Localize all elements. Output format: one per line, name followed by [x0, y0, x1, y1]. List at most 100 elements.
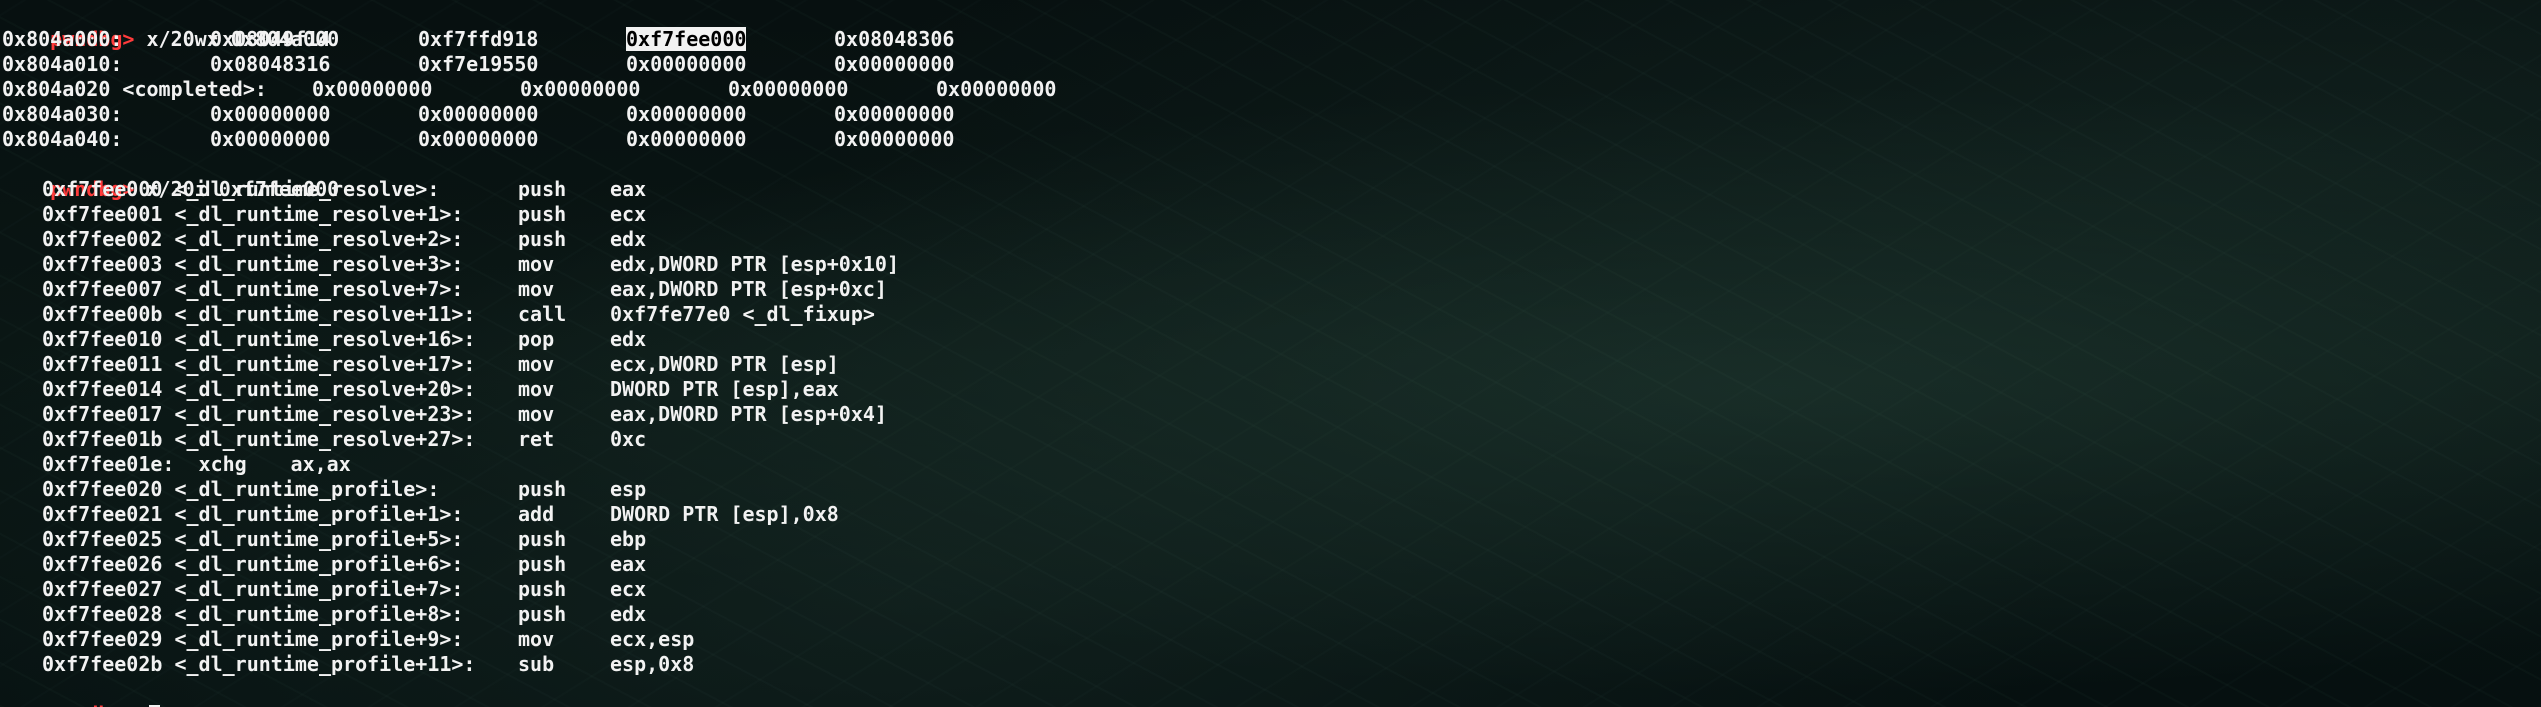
instruction-location: 0xf7fee007 <_dl_runtime_resolve+7>:: [42, 277, 464, 301]
instruction-row: 0xf7fee002 <_dl_runtime_resolve+2>: push e…: [2, 227, 2541, 252]
memory-value: 0xf7e19550: [418, 52, 539, 76]
instruction-row: 0xf7fee025 <_dl_runtime_profile+5>: push e…: [2, 527, 2541, 552]
instruction-location: 0xf7fee020 <_dl_runtime_profile>:: [42, 477, 440, 501]
memory-value: 0x00000000: [210, 127, 331, 151]
instruction-mnemonic: push: [518, 527, 567, 551]
command-line: pwndbg> x/20i 0xf7fee000: [2, 152, 2541, 201]
instruction-location: 0xf7fee003 <_dl_runtime_resolve+3>:: [42, 252, 464, 276]
memory-value: 0x00000000: [312, 77, 433, 101]
memory-value: 0x00000000: [626, 52, 747, 76]
instruction-row: 0xf7fee001 <_dl_runtime_resolve+1>: push e…: [2, 202, 2541, 227]
instruction-row: 0xf7fee029 <_dl_runtime_profile+9>: mov ec…: [2, 627, 2541, 652]
instruction-row: 0xf7fee026 <_dl_runtime_profile+6>: push e…: [2, 552, 2541, 577]
memory-row: 0x804a030: 0x00000000 0x00000000 0x00000000…: [2, 102, 2541, 127]
instruction-row: 0xf7fee027 <_dl_runtime_profile+7>: push e…: [2, 577, 2541, 602]
terminal-window[interactable]: pwndbg> x/20wx 0x804a000 0x804a000: 0x080…: [0, 0, 2541, 707]
instruction-location: 0xf7fee028 <_dl_runtime_profile+8>:: [42, 602, 464, 626]
memory-row: 0x804a010: 0x08048316 0xf7e19550 0x00000000…: [2, 52, 2541, 77]
memory-value: 0x00000000: [520, 77, 641, 101]
memory-row: 0x804a020 <completed>: 0x00000000 0x000000…: [2, 77, 2541, 102]
memory-value: 0x00000000: [834, 52, 955, 76]
memory-value: 0x00000000: [834, 127, 955, 151]
instruction-location: 0xf7fee010 <_dl_runtime_resolve+16>:: [42, 327, 476, 351]
memory-dump: 0x804a000: 0x08049f14 0xf7ffd918 0xf7fee000…: [2, 27, 2541, 152]
instruction-row: 0xf7fee021 <_dl_runtime_profile+1>: add DW…: [2, 502, 2541, 527]
instruction-row: 0xf7fee000 <_dl_runtime_resolve>: push eax: [2, 177, 2541, 202]
instruction-mnemonic: mov: [518, 377, 555, 401]
instruction-mnemonic: xchg: [198, 452, 247, 476]
memory-value: 0x00000000: [728, 77, 849, 101]
instruction-location: 0xf7fee014 <_dl_runtime_resolve+20>:: [42, 377, 476, 401]
instruction-location: 0xf7fee026 <_dl_runtime_profile+6>:: [42, 552, 464, 576]
instruction-row: 0xf7fee011 <_dl_runtime_resolve+17>: mov e…: [2, 352, 2541, 377]
instruction-mnemonic: call: [518, 302, 567, 326]
instruction-mnemonic: add: [518, 502, 555, 526]
instruction-row: 0xf7fee028 <_dl_runtime_profile+8>: push e…: [2, 602, 2541, 627]
memory-value: 0x00000000: [936, 77, 1057, 101]
instruction-row: 0xf7fee017 <_dl_runtime_resolve+23>: mov e…: [2, 402, 2541, 427]
memory-value: 0x08049f14: [210, 27, 331, 51]
instruction-row: 0xf7fee02b <_dl_runtime_profile+11>: sub e…: [2, 652, 2541, 677]
instruction-row: 0xf7fee003 <_dl_runtime_resolve+3>: mov ed…: [2, 252, 2541, 277]
instruction-location: 0xf7fee02b <_dl_runtime_profile+11>:: [42, 652, 476, 676]
memory-value: 0x00000000: [210, 102, 331, 126]
instruction-operands: eax,DWORD PTR [esp+0xc]: [610, 277, 887, 301]
instruction-operands: edx: [610, 602, 647, 626]
instruction-location: 0xf7fee001 <_dl_runtime_resolve+1>:: [42, 202, 464, 226]
instruction-mnemonic: mov: [518, 402, 555, 426]
instruction-operands: ebp: [610, 527, 647, 551]
command-line: pwndbg> x/20wx 0x804a000: [2, 2, 2541, 51]
memory-value: 0xf7ffd918: [418, 27, 539, 51]
instruction-row: 0xf7fee007 <_dl_runtime_resolve+7>: mov ea…: [2, 277, 2541, 302]
active-prompt-line[interactable]: pwndbg>: [2, 677, 2541, 707]
instruction-location: 0xf7fee027 <_dl_runtime_profile+7>:: [42, 577, 464, 601]
instruction-location: 0xf7fee029 <_dl_runtime_profile+9>:: [42, 627, 464, 651]
instruction-operands: eax: [610, 552, 647, 576]
instruction-mnemonic: mov: [518, 352, 555, 376]
instruction-row: 0xf7fee010 <_dl_runtime_resolve+16>: pop e…: [2, 327, 2541, 352]
instruction-operands: esp,0x8: [610, 652, 695, 676]
memory-address: 0x804a020 <completed>:: [2, 77, 267, 101]
instruction-row: 0xf7fee020 <_dl_runtime_profile>: push esp: [2, 477, 2541, 502]
instruction-mnemonic: push: [518, 177, 567, 201]
memory-value: 0x00000000: [626, 102, 747, 126]
memory-value: 0x00000000: [418, 102, 539, 126]
instruction-mnemonic: pop: [518, 327, 555, 351]
instruction-mnemonic: ret: [518, 427, 555, 451]
instruction-mnemonic: push: [518, 202, 567, 226]
instruction-row: 0xf7fee01e: xchg ax,ax: [2, 452, 2541, 477]
instruction-row: 0xf7fee01b <_dl_runtime_resolve+27>: ret 0…: [2, 427, 2541, 452]
instruction-operands: eax,DWORD PTR [esp+0x4]: [610, 402, 887, 426]
instruction-row: 0xf7fee014 <_dl_runtime_resolve+20>: mov D…: [2, 377, 2541, 402]
instruction-mnemonic: push: [518, 552, 567, 576]
instruction-operands: DWORD PTR [esp],0x8: [610, 502, 839, 526]
instruction-location: 0xf7fee000 <_dl_runtime_resolve>:: [42, 177, 440, 201]
memory-row: 0x804a000: 0x08049f14 0xf7ffd918 0xf7fee000…: [2, 27, 2541, 52]
instruction-location: 0xf7fee01b <_dl_runtime_resolve+27>:: [42, 427, 476, 451]
instruction-mnemonic: mov: [518, 252, 555, 276]
instruction-location: 0xf7fee025 <_dl_runtime_profile+5>:: [42, 527, 464, 551]
instruction-operands: edx: [610, 327, 647, 351]
instruction-mnemonic: push: [518, 227, 567, 251]
instruction-operands: edx,DWORD PTR [esp+0x10]: [610, 252, 899, 276]
instruction-mnemonic: mov: [518, 627, 555, 651]
disassembly-listing: 0xf7fee000 <_dl_runtime_resolve>: push eax…: [2, 177, 2541, 677]
instruction-operands: ecx: [610, 202, 647, 226]
instruction-location: 0xf7fee011 <_dl_runtime_resolve+17>:: [42, 352, 476, 376]
instruction-mnemonic: push: [518, 602, 567, 626]
prompt-label: pwndbg>: [50, 702, 134, 707]
memory-address: 0x804a000:: [2, 27, 123, 51]
instruction-row: 0xf7fee00b <_dl_runtime_resolve+11>: call…: [2, 302, 2541, 327]
memory-value: 0x00000000: [834, 102, 955, 126]
instruction-operands: ecx,DWORD PTR [esp]: [610, 352, 839, 376]
instruction-operands: eax: [610, 177, 647, 201]
instruction-location: 0xf7fee01e:: [42, 452, 175, 476]
instruction-operands: ecx,esp: [610, 627, 695, 651]
instruction-location: 0xf7fee00b <_dl_runtime_resolve+11>:: [42, 302, 476, 326]
instruction-mnemonic: mov: [518, 277, 555, 301]
instruction-location: 0xf7fee002 <_dl_runtime_resolve+2>:: [42, 227, 464, 251]
instruction-location: 0xf7fee017 <_dl_runtime_resolve+23>:: [42, 402, 476, 426]
instruction-operands: 0xf7fe77e0 <_dl_fixup>: [610, 302, 875, 326]
instruction-mnemonic: sub: [518, 652, 555, 676]
memory-address: 0x804a030:: [2, 102, 123, 126]
